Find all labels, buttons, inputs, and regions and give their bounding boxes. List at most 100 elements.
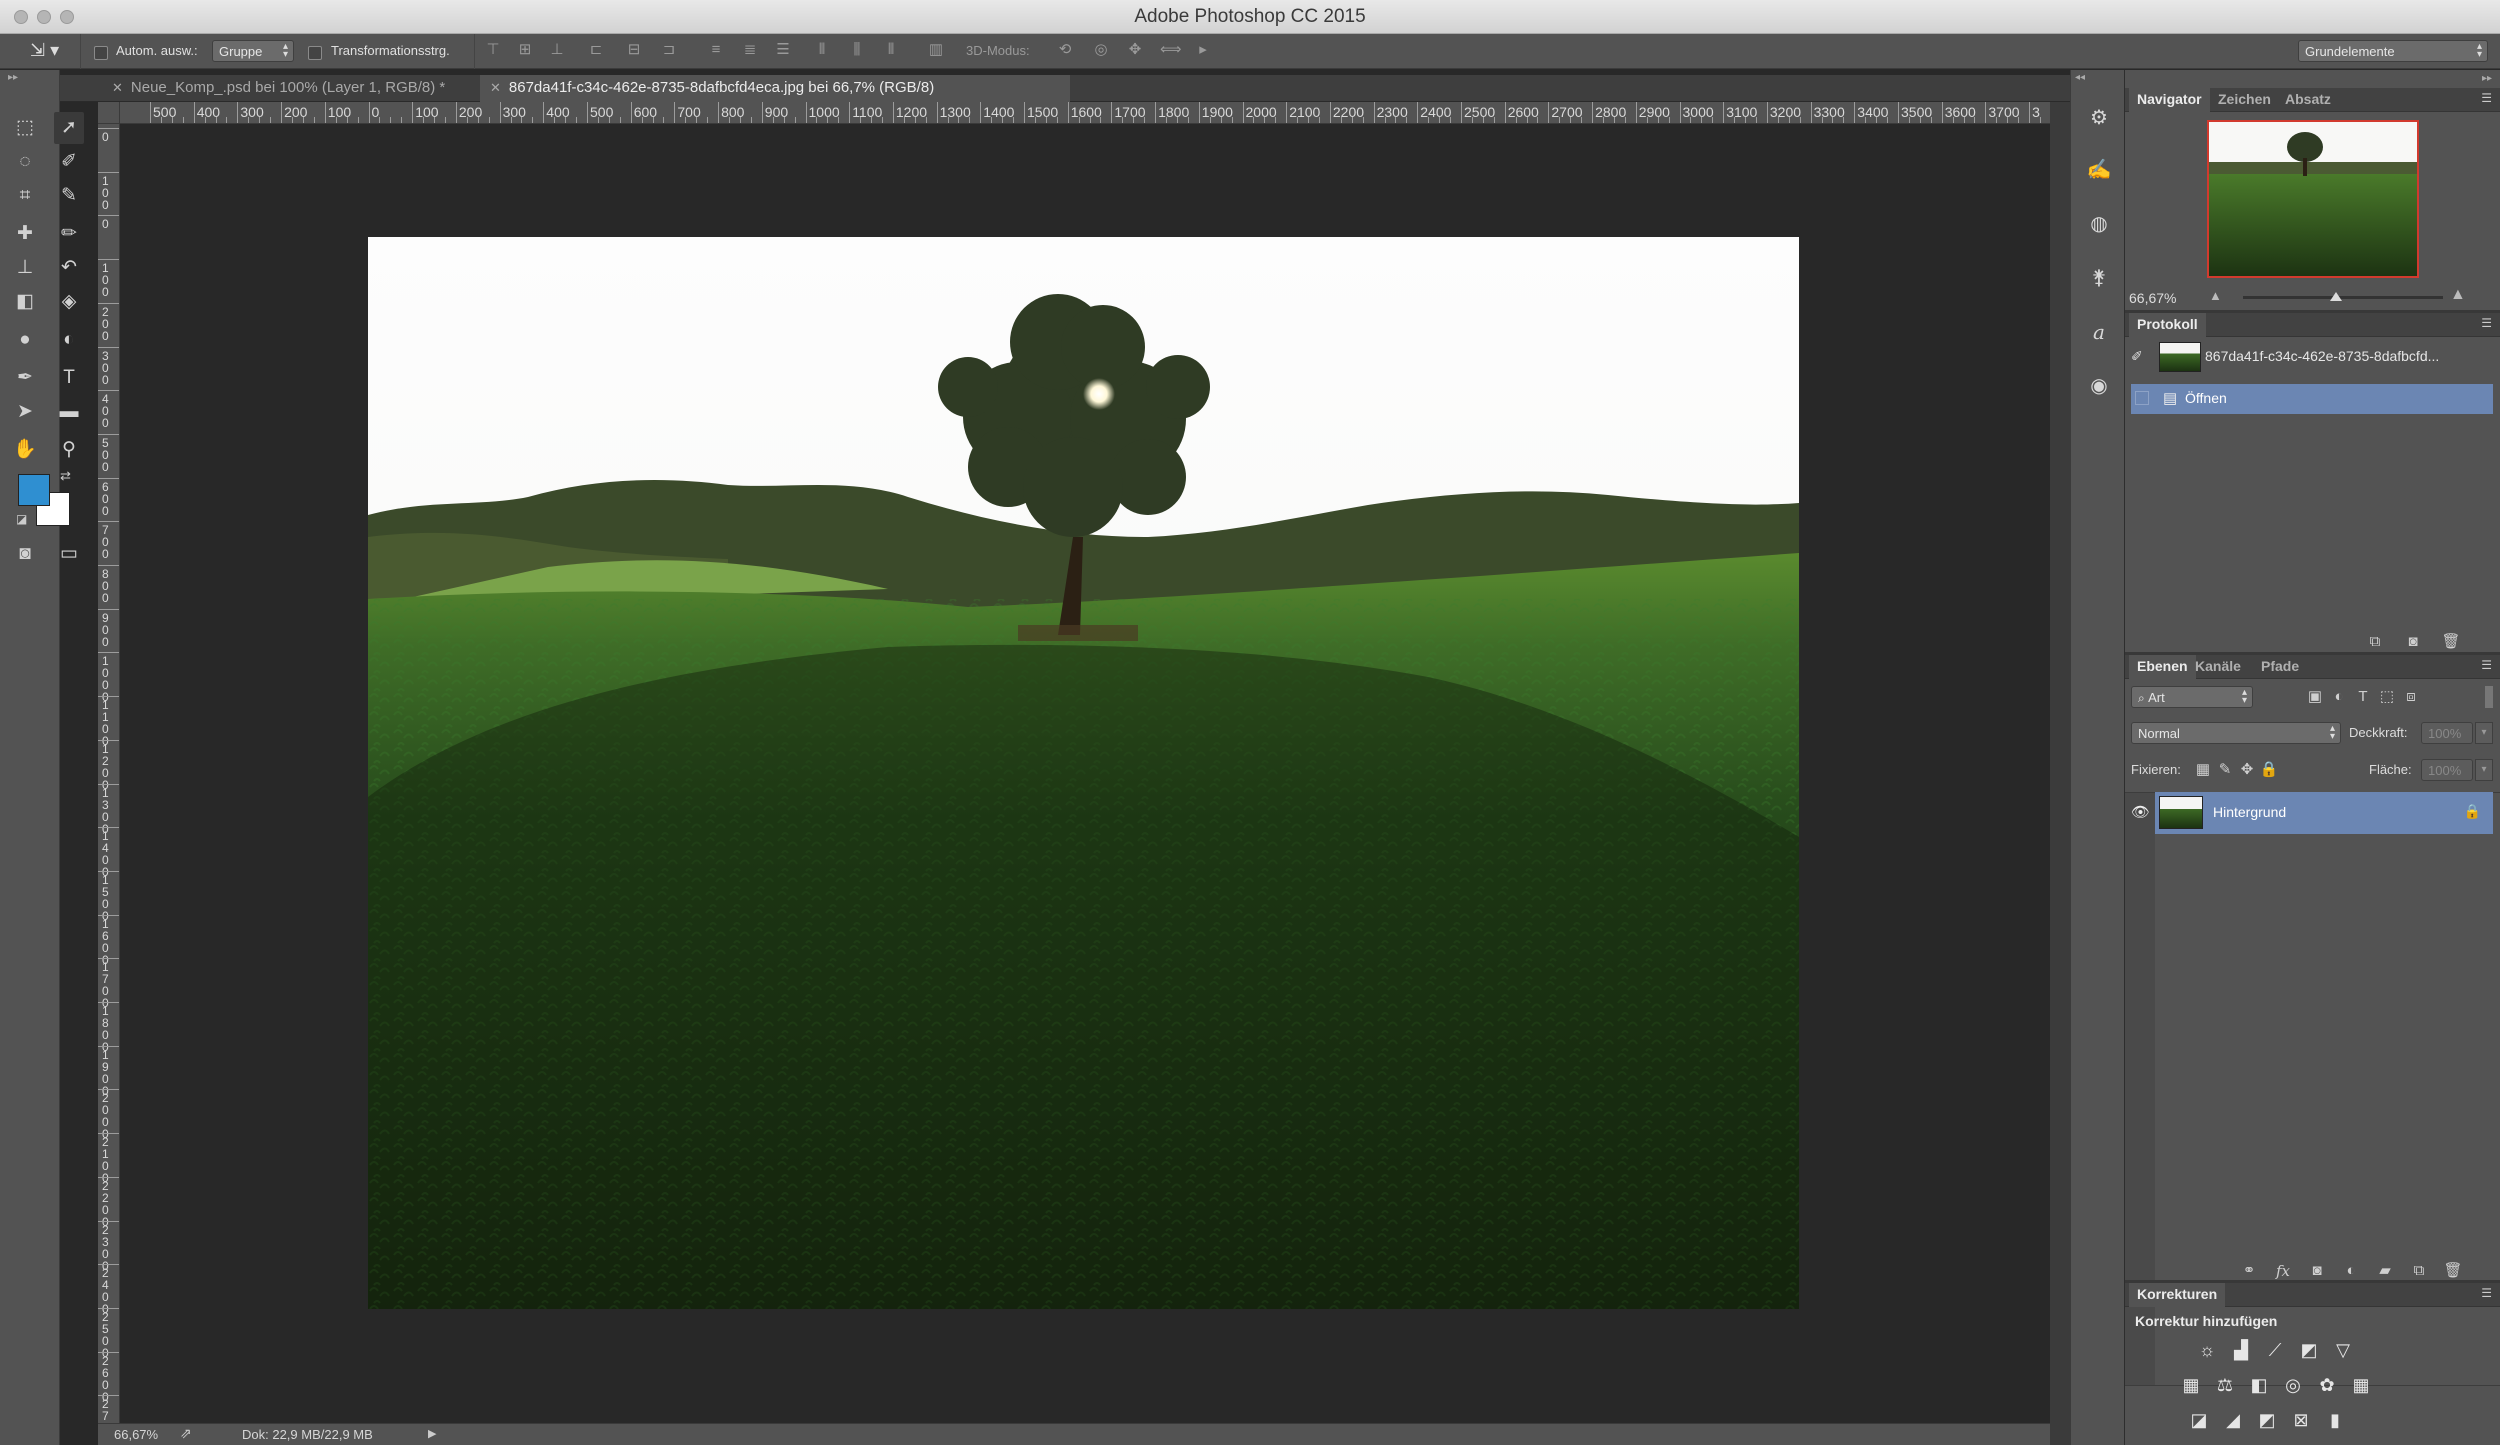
fill-dropdown-arrow-icon[interactable]: ▾ <box>2475 759 2493 781</box>
close-tab-icon[interactable]: ✕ <box>112 80 123 95</box>
3d-scale-icon[interactable]: ▸ <box>1194 41 1212 59</box>
path-select-tool-icon[interactable]: ➤ <box>10 396 40 428</box>
3d-rotate-icon[interactable]: ⟲ <box>1056 41 1074 59</box>
tab-navigator[interactable]: Navigator <box>2129 88 2210 112</box>
invert-icon[interactable]: ◪ <box>2187 1408 2211 1432</box>
clone-source-panel-icon[interactable]: ⚵ <box>2085 264 2113 292</box>
zoom-out-icon[interactable]: ▲ <box>2209 288 2222 303</box>
libraries-panel-icon[interactable]: ◍ <box>2085 210 2113 238</box>
filter-smart-object-icon[interactable]: ⧈ <box>2401 687 2421 707</box>
adjustment-panel-icon[interactable]: ◉ <box>2085 372 2113 400</box>
lock-pixels-icon[interactable]: ✎ <box>2215 760 2235 780</box>
vertical-scrollbar[interactable] <box>2050 102 2070 1445</box>
foreground-color-swatch[interactable] <box>18 474 50 506</box>
filter-shape-icon[interactable]: ⬚ <box>2377 687 2397 707</box>
zoom-slider[interactable] <box>2243 296 2443 299</box>
panel-menu-icon[interactable]: ☰ <box>2481 316 2492 330</box>
color-balance-icon[interactable]: ⚖ <box>2213 1373 2237 1397</box>
rectangle-tool-icon[interactable]: ▬ <box>54 396 84 428</box>
properties-panel-icon[interactable]: ⚙ <box>2085 104 2113 132</box>
blur-tool-icon[interactable]: ● <box>10 324 40 356</box>
marquee-tool-icon[interactable]: ⬚ <box>10 112 40 144</box>
transform-controls-checkbox[interactable] <box>308 44 322 60</box>
panel-menu-icon[interactable]: ☰ <box>2481 658 2492 672</box>
quick-select-tool-icon[interactable]: ✐ <box>54 146 84 178</box>
distribute-top-icon[interactable]: ≡ <box>707 41 725 59</box>
navigator-preview[interactable] <box>2207 120 2419 278</box>
filter-pixel-icon[interactable]: ▣ <box>2305 687 2325 707</box>
default-colors-icon[interactable]: ◪ <box>16 512 27 526</box>
color-lookup-icon[interactable]: ▦ <box>2349 1373 2373 1397</box>
move-tool-icon[interactable]: ➚ <box>54 112 84 144</box>
canvas-area[interactable] <box>120 124 2050 1423</box>
tab-ebenen[interactable]: Ebenen <box>2129 655 2196 679</box>
status-menu-arrow-icon[interactable]: ▶ <box>428 1427 436 1440</box>
zoom-in-icon[interactable]: ▲ <box>2450 286 2466 304</box>
quick-mask-icon[interactable]: ◙ <box>10 538 40 570</box>
zoom-slider-thumb[interactable] <box>2330 292 2342 301</box>
document-photo[interactable] <box>368 237 1799 1309</box>
vertical-ruler[interactable]: 0 100 0 100 200 300 400 500 600 700 800 900 1000 1100… <box>98 124 120 1423</box>
distribute-left-icon[interactable]: ⫴ <box>813 41 831 59</box>
levels-icon[interactable]: ▟ <box>2229 1338 2253 1362</box>
share-icon[interactable]: ⇗ <box>180 1425 192 1442</box>
exposure-icon[interactable]: ◩ <box>2297 1338 2321 1362</box>
align-top-edges-icon[interactable]: ⊤ <box>484 41 502 59</box>
channel-mixer-icon[interactable]: ✿ <box>2315 1373 2339 1397</box>
hue-saturation-icon[interactable]: ▦ <box>2179 1373 2203 1397</box>
blend-mode-dropdown[interactable]: Normal ▴ ▾ <box>2131 722 2341 744</box>
crop-tool-icon[interactable]: ⌗ <box>10 180 40 212</box>
align-horizontal-centers-icon[interactable]: ⊟ <box>625 41 643 59</box>
distribute-hcenter-icon[interactable]: ⫼ <box>848 41 866 59</box>
align-bottom-edges-icon[interactable]: ⊥ <box>548 41 566 59</box>
auto-select-dropdown[interactable]: Gruppe ▴ ▾ <box>212 40 294 62</box>
vibrance-icon[interactable]: ▽ <box>2331 1338 2355 1362</box>
align-right-edges-icon[interactable]: ⊐ <box>660 41 678 59</box>
workspace-dropdown[interactable]: Grundelemente ▴ ▾ <box>2298 40 2488 62</box>
pen-tool-icon[interactable]: ✒ <box>10 362 40 394</box>
panel-menu-icon[interactable]: ☰ <box>2481 91 2492 105</box>
fill-input[interactable]: 100% <box>2421 759 2473 781</box>
posterize-icon[interactable]: ◢ <box>2221 1408 2245 1432</box>
history-snapshot[interactable]: ✐ 867da41f-c34c-462e-8735-8dafbcfd... <box>2125 338 2500 374</box>
opacity-input[interactable]: 100% <box>2421 722 2473 744</box>
tab-zeichen[interactable]: Zeichen <box>2210 88 2279 112</box>
delete-layer-icon[interactable]: 🗑 <box>2443 1261 2463 1281</box>
distribute-bottom-icon[interactable]: ☰ <box>774 41 792 59</box>
distribute-right-icon[interactable]: ⦀ <box>882 41 900 59</box>
history-brush-source-icon[interactable]: ✐ <box>2131 348 2143 365</box>
lock-position-icon[interactable]: ✥ <box>2237 760 2257 780</box>
photo-filter-icon[interactable]: ◎ <box>2281 1373 2305 1397</box>
close-tab-icon[interactable]: ✕ <box>490 80 501 95</box>
selective-color-icon[interactable]: ⊠ <box>2289 1408 2313 1432</box>
history-source-checkbox[interactable] <box>2135 391 2149 405</box>
dodge-tool-icon[interactable]: ◐ <box>54 324 84 356</box>
move-tool-preset-icon[interactable]: ⇲ ▾ <box>30 40 59 61</box>
tab-protokoll[interactable]: Protokoll <box>2129 313 2206 337</box>
screen-mode-icon[interactable]: ▭ <box>54 538 84 570</box>
history-brush-tool-icon[interactable]: ↶ <box>54 252 84 284</box>
add-mask-icon[interactable]: ◙ <box>2307 1261 2327 1281</box>
brightness-contrast-icon[interactable]: ☼ <box>2195 1338 2219 1362</box>
link-layers-icon[interactable]: ⚭ <box>2239 1261 2259 1281</box>
new-group-icon[interactable]: ▰ <box>2375 1261 2395 1281</box>
new-snapshot-icon[interactable]: ◙ <box>2403 632 2423 652</box>
align-left-edges-icon[interactable]: ⊏ <box>587 41 605 59</box>
curves-icon[interactable]: ⟋ <box>2263 1338 2287 1362</box>
tab-kanaele[interactable]: Kanäle <box>2187 655 2249 679</box>
collapse-arrows-icon[interactable]: ▸▸ <box>8 72 18 83</box>
layer-row[interactable]: Hintergrund 🔒 <box>2155 792 2493 834</box>
paint-bucket-tool-icon[interactable]: ◈ <box>54 286 84 318</box>
new-adjustment-layer-icon[interactable]: ◐ <box>2341 1261 2361 1281</box>
collapse-panels-icon[interactable]: ▸▸ <box>2482 73 2492 84</box>
healing-brush-tool-icon[interactable]: ✚ <box>10 218 40 250</box>
distribute-center-icon[interactable]: ≣ <box>741 41 759 59</box>
new-document-from-state-icon[interactable]: ⧉ <box>2365 632 2385 652</box>
layer-name[interactable]: Hintergrund <box>2213 804 2286 820</box>
new-layer-icon[interactable]: ⧉ <box>2409 1261 2429 1281</box>
lock-all-icon[interactable]: 🔒 <box>2259 760 2279 780</box>
opacity-dropdown-arrow-icon[interactable]: ▾ <box>2475 722 2493 744</box>
zoom-level[interactable]: 66,67% <box>114 1427 158 1442</box>
navigator-zoom[interactable]: 66,67% <box>2129 290 2176 306</box>
clone-stamp-tool-icon[interactable]: ⊥ <box>10 252 40 284</box>
